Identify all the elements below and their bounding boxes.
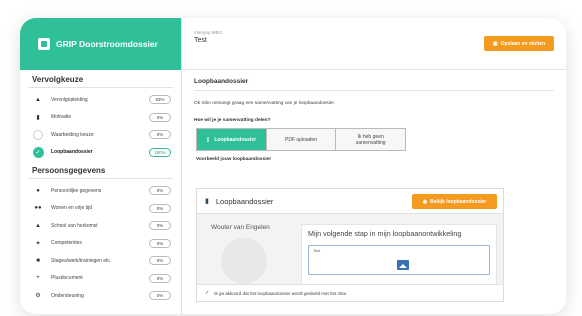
sidebar-item-plusdocument[interactable]: + Plusdocument 0% xyxy=(20,270,181,288)
sidebar-item-label: Wonen en vrije tijd xyxy=(51,205,93,212)
image-icon xyxy=(397,260,409,270)
briefcase-icon: ■ xyxy=(36,257,40,264)
sidebar-item-vervolgopleiding[interactable]: ▲ Vervolgopleiding 83% xyxy=(20,91,181,109)
sidebar-item-waarbeiding-keuze[interactable]: Waarbeiding keuze 0% xyxy=(20,126,181,144)
sidebar-item-label: Waarbeiding keuze xyxy=(51,131,94,138)
sidebar-item-label: Vervolgopleiding xyxy=(51,96,88,103)
save-label: Opslaan en sluiten xyxy=(500,40,546,47)
section-heading: Loopbaandossier xyxy=(194,78,554,91)
sidebar-item-competenties[interactable]: ✦ Competenties 0% xyxy=(20,235,181,253)
breadcrumb: Intergrip MBO xyxy=(194,30,223,35)
check-circle-icon: ✓ xyxy=(32,146,44,158)
plus-icon: + xyxy=(36,275,40,282)
progress-badge: 0% xyxy=(149,238,171,248)
progress-badge: 0% xyxy=(149,203,171,213)
consent-row[interactable]: ✓ Ik ga akkoord dat het loopbaandossier … xyxy=(197,284,503,301)
preview-header: ▮ Loopbaandossier ◉ Bekijk loopbaandossi… xyxy=(197,189,503,214)
sidebar-item-persoonlijke-gegevens[interactable]: ● Persoonlijke gegevens 0% xyxy=(20,182,181,200)
sidebar-item-label: Competenties xyxy=(51,240,82,247)
sidebar-item-wonen-vrije-tijd[interactable]: ●● Wonen en vrije tijd 0% xyxy=(20,200,181,218)
sidebar-item-label: Stages/werk/trainingen etc. xyxy=(51,257,112,264)
consent-text: Ik ga akkoord dat het loopbaandossier wo… xyxy=(214,290,347,296)
progress-badge: 0% xyxy=(149,256,171,266)
preview-body: Wouter van Engelen Mijn volgende stap in… xyxy=(197,214,503,286)
progress-badge: 83% xyxy=(149,95,171,105)
document-icon: ▯ xyxy=(206,136,210,143)
brand-title: GRIP Doorstroomdossier xyxy=(56,39,158,49)
next-step-panel: Mijn volgende stap in mijn loopbaanontwi… xyxy=(301,224,497,286)
box-label: Test xyxy=(313,248,321,253)
app-window: GRIP Doorstroomdossier Vervolgkeuze ▲ Ve… xyxy=(20,18,566,314)
progress-badge: 0% xyxy=(149,291,171,301)
checkmark-icon: ✓ xyxy=(205,290,210,296)
profile-panel: Wouter van Engelen xyxy=(211,224,287,286)
section-title-persoonsgegevens: Persoonsgegevens xyxy=(28,163,173,179)
progress-badge: 0% xyxy=(149,112,171,122)
sidebar-item-label: Motivatie xyxy=(51,114,72,121)
next-step-box: Test xyxy=(308,245,490,275)
graduation-cap-icon: ▲ xyxy=(35,222,41,229)
thumbs-up-icon: ▮ xyxy=(36,114,40,121)
progress-badge: 0% xyxy=(149,221,171,231)
graduation-cap-icon: ▲ xyxy=(35,96,41,103)
preview-label: Voorbeeld jouw loopbaandossier xyxy=(196,157,272,162)
people-icon: ●● xyxy=(34,205,42,212)
gear-icon: ⚙ xyxy=(35,293,41,300)
eye-icon: ◉ xyxy=(422,198,428,205)
sidebar-item-ondersteuning[interactable]: ⚙ Ondersteuning 0% xyxy=(20,287,181,305)
sidebar-item-label: Loopbaandossier xyxy=(51,149,93,156)
preview-title: Loopbaandossier xyxy=(215,196,274,206)
intro-text: Ok mbo ontvangt graag een samenvatting v… xyxy=(194,101,336,106)
sidebar-item-label: School van herkomst xyxy=(51,222,98,229)
option-label: PDF uploaden xyxy=(285,136,317,143)
sidebar-item-label: Ondersteuning xyxy=(51,292,84,299)
sidebar-item-stages-werk[interactable]: ■ Stages/werk/trainingen etc. 0% xyxy=(20,252,181,270)
next-step-heading: Mijn volgende stap in mijn loopbaanontwi… xyxy=(308,229,462,238)
sidebar-item-label: Persoonlijke gegevens xyxy=(51,187,102,194)
sidebar-header: GRIP Doorstroomdossier xyxy=(20,18,181,70)
save-icon: ▣ xyxy=(492,40,498,47)
sidebar-item-school-van-herkomst[interactable]: ▲ School van herkomst 0% xyxy=(20,217,181,235)
main-content: Intergrip MBO Test ▣ Opslaan en sluiten … xyxy=(182,18,566,314)
view-label: Bekijk loopbaandossier xyxy=(430,198,487,205)
progress-badge: 100% xyxy=(149,147,171,157)
progress-badge: 0% xyxy=(149,186,171,196)
empty-circle-icon xyxy=(32,129,44,140)
option-pdf-uploaden[interactable]: PDF uploaden xyxy=(266,129,337,150)
section-title-vervolgkeuze: Vervolgkeuze xyxy=(28,72,173,88)
option-geen-samenvatting[interactable]: Ik heb geen samenvatting xyxy=(336,129,406,150)
option-label: Ik heb geen samenvatting xyxy=(355,133,386,146)
logo-icon xyxy=(38,38,50,50)
sidebar-item-loopbaandossier[interactable]: ✓ Loopbaandossier 100% xyxy=(20,144,181,162)
puzzle-icon: ✦ xyxy=(35,240,41,247)
view-dossier-button[interactable]: ◉ Bekijk loopbaandossier xyxy=(412,194,497,209)
share-question: Hoe wil je je samenvatting delen? xyxy=(194,118,271,123)
option-label: Loopbaandossier xyxy=(214,136,257,143)
sidebar-item-label: Plusdocument xyxy=(51,275,83,282)
option-loopbaandossier[interactable]: ▯ Loopbaandossier xyxy=(197,129,267,150)
sidebar-item-motivatie[interactable]: ▮ Motivatie 0% xyxy=(20,109,181,127)
person-icon: ● xyxy=(36,187,40,194)
share-method-selector: ▯ Loopbaandossier PDF uploaden Ik heb ge… xyxy=(196,128,406,151)
progress-badge: 0% xyxy=(149,130,171,140)
student-name: Wouter van Engelen xyxy=(211,224,270,231)
topbar: Intergrip MBO Test ▣ Opslaan en sluiten xyxy=(182,18,566,70)
save-and-close-button[interactable]: ▣ Opslaan en sluiten xyxy=(484,36,554,51)
avatar xyxy=(221,238,267,284)
dossier-preview: ▮ Loopbaandossier ◉ Bekijk loopbaandossi… xyxy=(196,188,504,302)
progress-badge: 0% xyxy=(149,273,171,283)
document-icon: ▮ xyxy=(205,198,209,205)
sidebar: GRIP Doorstroomdossier Vervolgkeuze ▲ Ve… xyxy=(20,18,182,314)
